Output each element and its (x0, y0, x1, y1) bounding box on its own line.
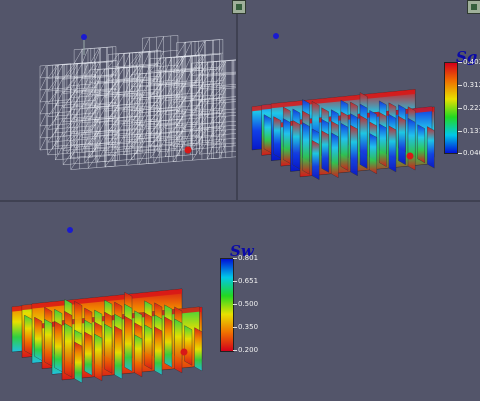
slice-cross-panel (273, 116, 281, 159)
window-restore-icon[interactable] (467, 0, 480, 14)
visualization-stage: Sg 0.403 0.312 0.222 0.131 0.0400 Sw 0.8… (0, 0, 480, 401)
sg-slice-render[interactable] (238, 0, 438, 200)
sg-tick-label: 0.131 (457, 127, 480, 135)
slice-cross-panel (64, 322, 73, 378)
slice-cross-panel (24, 314, 33, 356)
slice-cross-panel (84, 331, 93, 376)
slice-cross-panel (263, 114, 272, 154)
slice-cross-panel (164, 316, 173, 368)
empty-viewport[interactable] (250, 202, 480, 401)
slice-cross-panel (104, 323, 113, 374)
slice-cross-panel (369, 133, 378, 175)
sg-tick-label: 0.312 (457, 81, 480, 89)
slice-cross-panel (134, 334, 143, 378)
well-marker-red (406, 152, 414, 160)
sg-tick-label: 0.0400 (458, 149, 480, 157)
slice-cross-panel (144, 324, 153, 370)
sg-tick-label: 0.222 (457, 104, 480, 112)
well-marker-blue (67, 227, 73, 233)
slice-cross-panel (44, 318, 53, 367)
slice-cross-panel (292, 120, 301, 170)
slice-cross-panel (398, 115, 406, 166)
well-marker-blue (273, 33, 279, 39)
sg-tick-label: 0.403 (457, 58, 480, 66)
well-marker-red (184, 146, 192, 154)
slice-cross-panel (426, 126, 435, 169)
slice-cross-panel (124, 315, 133, 372)
slice-cross-panel (311, 139, 320, 181)
slice-cross-panel (359, 115, 368, 169)
slice-cross-panel (321, 130, 330, 173)
slice-cross-panel (74, 341, 83, 384)
slice-cross-panel (302, 122, 310, 175)
slice-cross-panel (34, 316, 43, 361)
sw-colorbar (220, 258, 234, 352)
sg-legend: Sg 0.403 0.312 0.222 0.131 0.0400 (438, 48, 480, 168)
slice-cross-panel (350, 124, 358, 177)
slice-cross-panel (378, 123, 387, 167)
slice-cross-panel (330, 132, 339, 179)
slice-cross-panel (174, 318, 183, 374)
sw-slice-render[interactable] (0, 202, 216, 401)
slice-cross-panel (194, 327, 203, 372)
slice-cross-panel (340, 122, 349, 171)
well-marker-red (180, 348, 188, 356)
slice-cross-panel (54, 320, 63, 373)
wireframe-grid[interactable] (0, 0, 236, 200)
well-marker-blue (81, 34, 87, 40)
slice-cross-panel (184, 325, 193, 366)
slice-cross-panel (283, 118, 291, 164)
slice-cross-panel (114, 325, 123, 380)
sg-colorbar (444, 62, 458, 154)
slice-cross-panel (417, 124, 426, 164)
wireframe-panel (199, 59, 236, 155)
sw-viewport[interactable]: Sw 0.801 0.651 0.500 0.350 0.200 (0, 202, 258, 401)
slice-cross-panel (94, 333, 103, 382)
slice-cross-panel (154, 326, 163, 376)
slice-cross-panel (388, 125, 397, 173)
slice-cross-panel (407, 117, 416, 171)
sg-viewport[interactable]: Sg 0.403 0.312 0.222 0.131 0.0400 (238, 0, 480, 200)
wireframe-viewport[interactable] (0, 0, 246, 200)
